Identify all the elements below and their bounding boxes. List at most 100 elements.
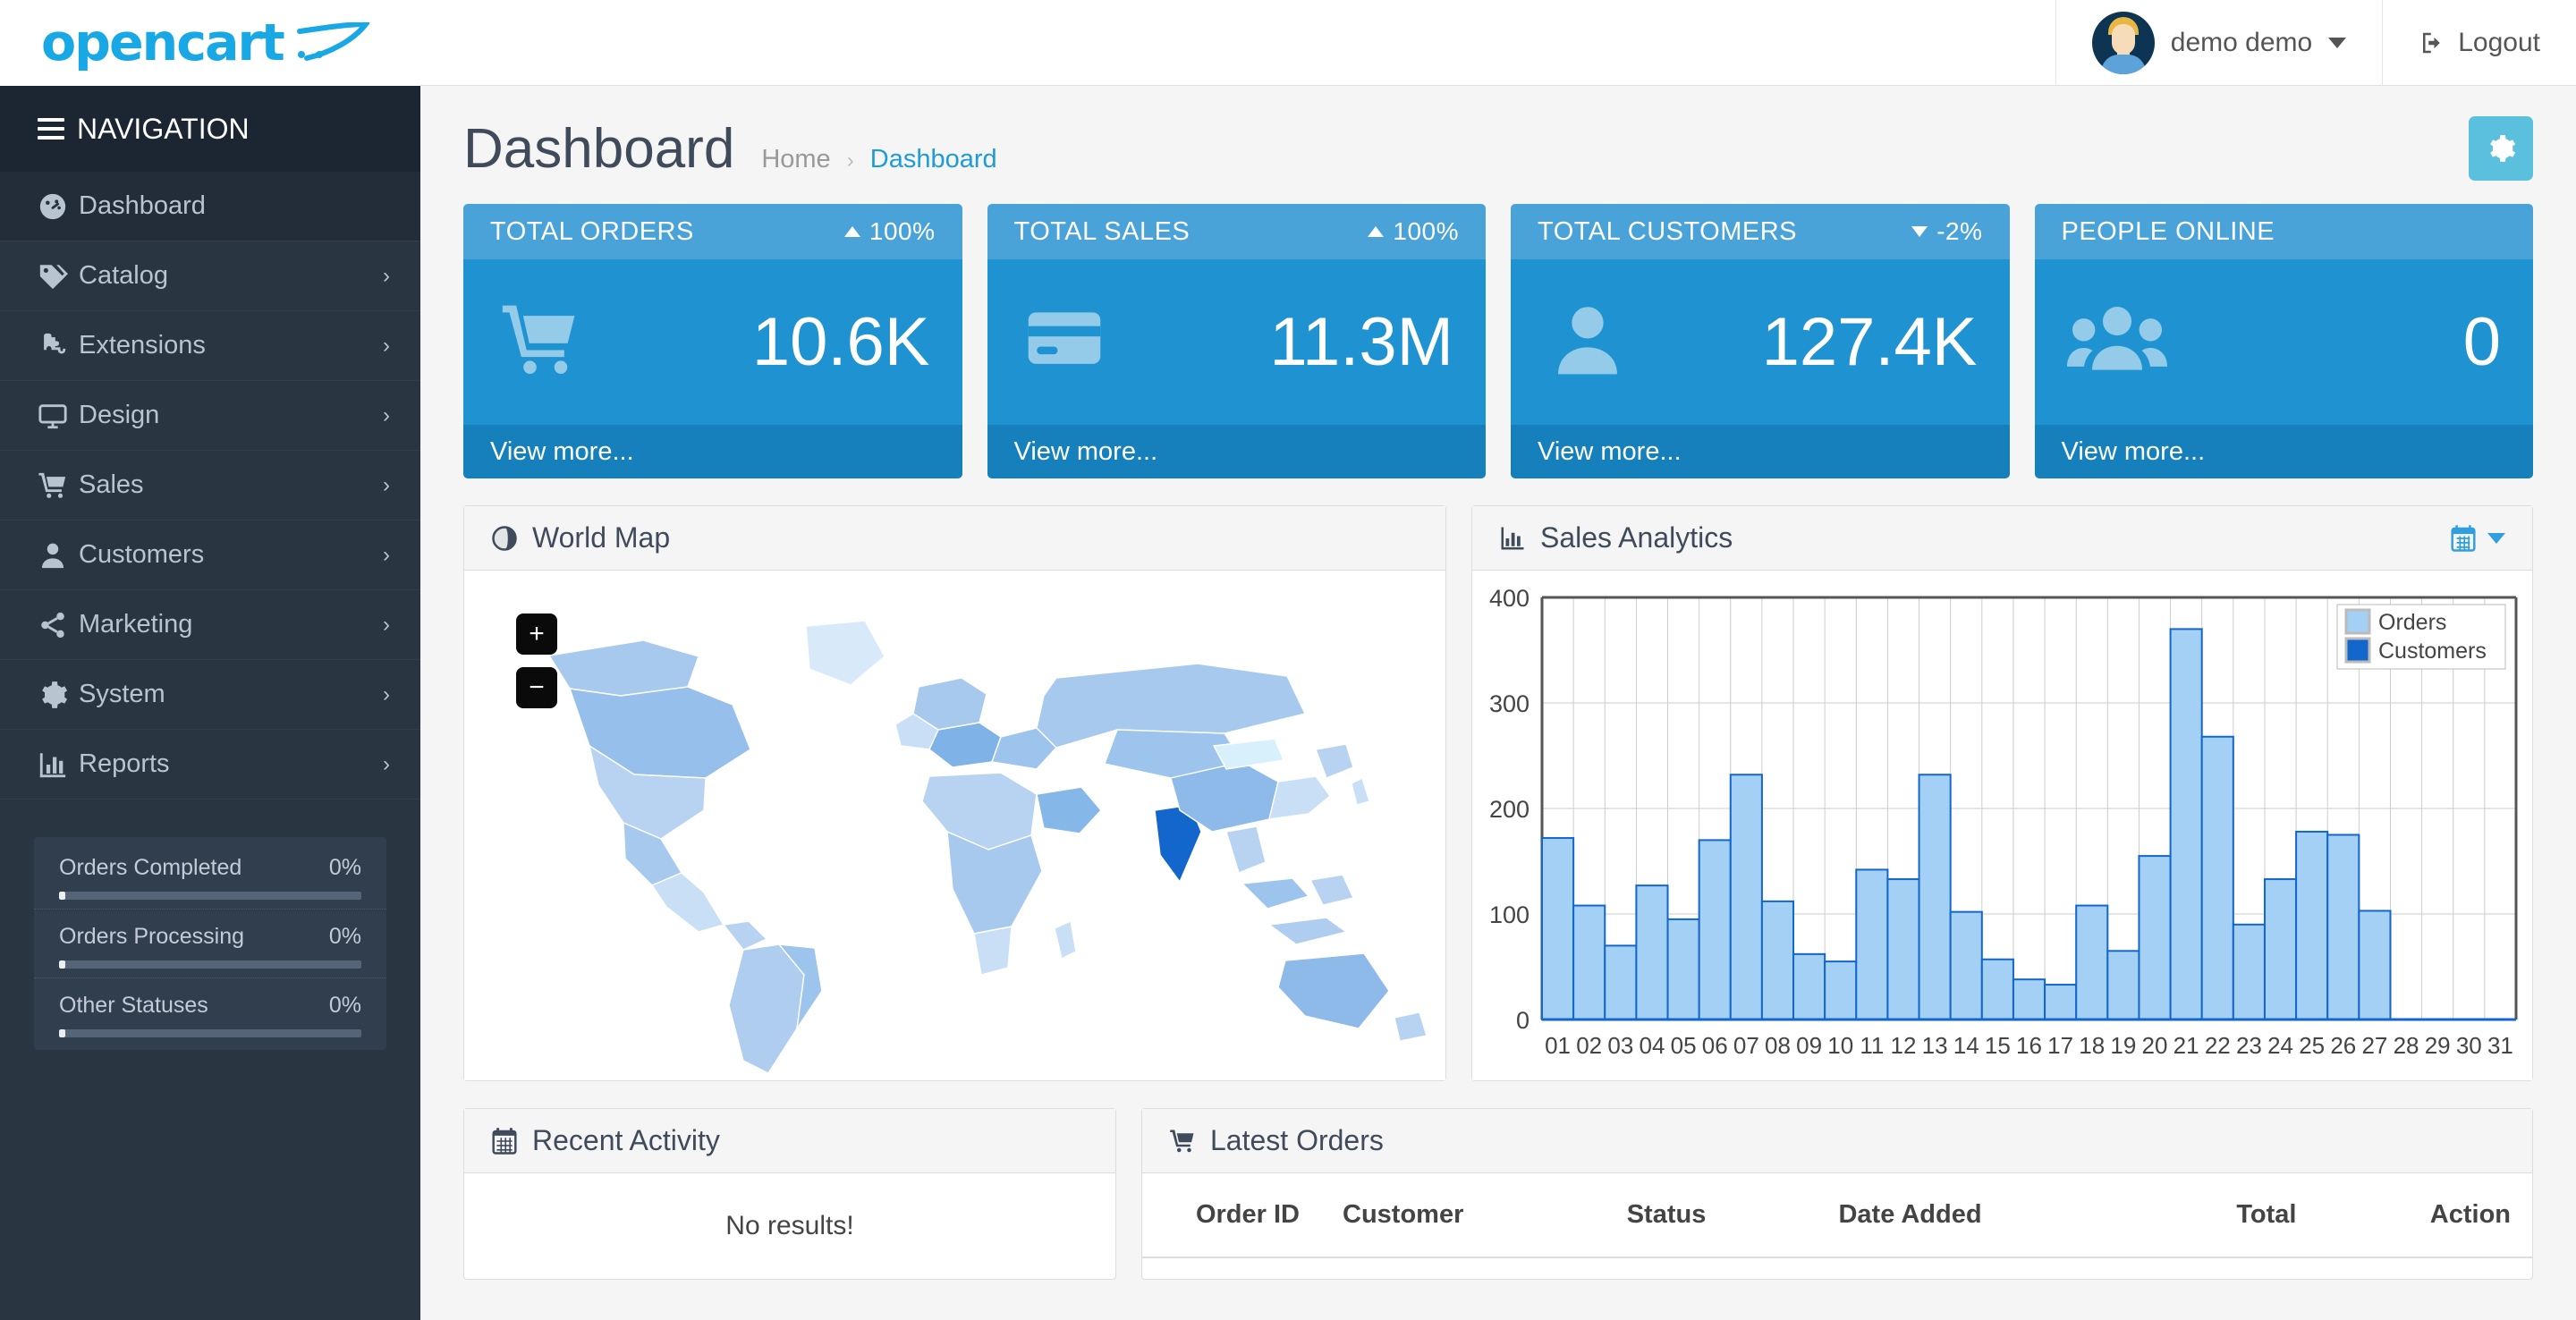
sales-analytics-title: Sales Analytics [1540,521,1733,554]
sidebar: opencart NAVIGATION Dashboard Catalog › Ext… [0,0,420,1320]
sidebar-item-catalog[interactable]: Catalog › [0,241,420,311]
brand-logo[interactable]: opencart [0,0,420,86]
recent-activity-panel: Recent Activity No results! [463,1108,1116,1280]
svg-text:23: 23 [2236,1032,2262,1059]
logout-label: Logout [2458,27,2540,57]
calendar-icon [2451,524,2476,552]
share-nodes-icon [38,610,79,640]
logout-icon [2423,32,2440,53]
sidebar-item-extensions[interactable]: Extensions › [0,311,420,381]
sidebar-item-label: Design [79,401,160,429]
stat-card-percent: -2% [1936,217,1983,245]
svg-text:01: 01 [1545,1032,1571,1059]
sidebar-item-customers[interactable]: Customers › [0,520,420,590]
chevron-right-icon: › [383,542,390,567]
order-status-stats: Orders Completed 0% Orders Processing 0% Oth… [34,837,386,1050]
gear-icon [38,680,79,710]
settings-button[interactable] [2469,116,2533,181]
sidebar-item-marketing[interactable]: Marketing › [0,590,420,660]
stat-progress-bar [59,892,361,900]
sidebar-item-dashboard[interactable]: Dashboard [0,172,420,241]
stat-card-footer-label: View more... [1013,436,1158,466]
sidebar-item-reports[interactable]: Reports › [0,730,420,800]
sidebar-item-sales[interactable]: Sales › [0,451,420,520]
breadcrumb-current[interactable]: Dashboard [870,145,997,173]
svg-text:02: 02 [1576,1032,1602,1059]
bar-chart-icon [38,749,79,780]
sales-range-dropdown[interactable] [2450,524,2505,553]
breadcrumb: Home › Dashboard [761,145,996,174]
stat-card-value: 127.4K [1761,304,1978,380]
stat-card-value: 10.6K [751,304,930,380]
svg-text:100: 100 [1489,901,1530,928]
breadcrumb-separator: › [846,148,854,173]
svg-text:28: 28 [2394,1032,2419,1059]
world-map-canvas[interactable]: + − [464,571,1445,1080]
chevron-right-icon: › [383,263,390,288]
stat-card-body: 127.4K [1511,259,2010,425]
breadcrumb-home[interactable]: Home [761,145,830,173]
sidebar-item-label: Customers [79,540,205,569]
svg-text:Orders: Orders [2378,610,2446,635]
latest-orders-title: Latest Orders [1210,1124,1384,1156]
svg-text:18: 18 [2079,1032,2105,1059]
column-header-order-id: Order ID [1142,1173,1321,1258]
nav-toggle[interactable]: NAVIGATION [0,86,420,172]
sales-analytics-chart[interactable]: 0 100 200 300 400 01 02 03 04 05 06 07 08 09 10 11 12 13 1… [1472,571,2532,1080]
stat-card-footer-link[interactable]: View more... [463,425,962,478]
credit-card-icon [1020,299,1109,385]
stat-card-total-orders[interactable]: TOTAL ORDERS 100% 10.6K View more... [463,204,962,478]
sidebar-item-system[interactable]: System › [0,660,420,730]
map-zoom-out-button[interactable]: − [516,667,557,708]
stat-card-trend: 100% [1368,217,1459,246]
stat-card-people-online[interactable]: PEOPLE ONLINE 0 View more... [2034,204,2533,478]
svg-text:26: 26 [2330,1032,2356,1059]
stat-card-title: PEOPLE ONLINE [2061,216,2275,246]
sidebar-item-label: Extensions [79,331,206,360]
stat-value: 0% [328,855,361,880]
stat-card-footer-link[interactable]: View more... [2034,425,2533,478]
sidebar-item-label: Reports [79,749,170,778]
map-zoom-in-button[interactable]: + [516,613,557,655]
chevron-right-icon: › [383,681,390,707]
latest-orders-panel: Latest Orders Order ID Customer Status Date… [1141,1108,2533,1280]
trend-up-icon [843,226,860,237]
stat-card-trend: 100% [843,217,936,246]
recent-activity-empty: No results! [725,1211,854,1240]
stat-card-body: 10.6K [463,259,962,425]
logout-button[interactable]: Logout [2382,0,2576,85]
monitor-icon [38,401,79,431]
stat-label: Other Statuses [59,993,208,1018]
sidebar-item-label: Marketing [79,610,193,639]
svg-text:13: 13 [1922,1032,1948,1059]
svg-text:20: 20 [2142,1032,2168,1059]
avatar [2091,11,2155,74]
user-menu[interactable]: demo demo [2055,0,2382,85]
stat-card-total-sales[interactable]: TOTAL SALES 100% 11.3M View more... [987,204,1486,478]
sidebar-nav: Dashboard Catalog › Extensions › Design › Sales… [0,172,420,800]
puzzle-piece-icon [38,331,79,361]
sales-analytics-panel: Sales Analytics 0 100 200 300 400 01 02 03 04 05 0… [1471,505,2533,1081]
topbar: demo demo Logout [420,0,2576,86]
stat-card-total-customers[interactable]: TOTAL CUSTOMERS -2% 127.4K View more... [1511,204,2010,478]
stat-progress-bar [59,1029,361,1037]
sidebar-item-label: Sales [79,470,144,499]
shopping-cart-icon [38,470,79,501]
world-map-panel: World Map + − [463,505,1446,1081]
stat-card-header: PEOPLE ONLINE [2034,204,2533,259]
sidebar-item-design[interactable]: Design › [0,381,420,451]
world-map-svg [464,571,1428,1074]
recent-activity-header: Recent Activity [464,1109,1115,1173]
chevron-right-icon: › [383,472,390,497]
stat-card-footer-label: View more... [2061,436,2206,466]
page-header: Dashboard Home › Dashboard [420,86,2576,204]
stat-card-footer-link[interactable]: View more... [1511,425,2010,478]
shopping-cart-icon [496,299,585,385]
stat-value: 0% [328,993,361,1018]
svg-text:24: 24 [2267,1032,2293,1059]
svg-text:04: 04 [1639,1032,1665,1059]
stat-cards: TOTAL ORDERS 100% 10.6K View more... TOTAL S… [420,204,2576,478]
stat-card-footer-link[interactable]: View more... [987,425,1486,478]
stat-card-title: TOTAL ORDERS [490,216,694,246]
svg-text:31: 31 [2487,1032,2513,1059]
